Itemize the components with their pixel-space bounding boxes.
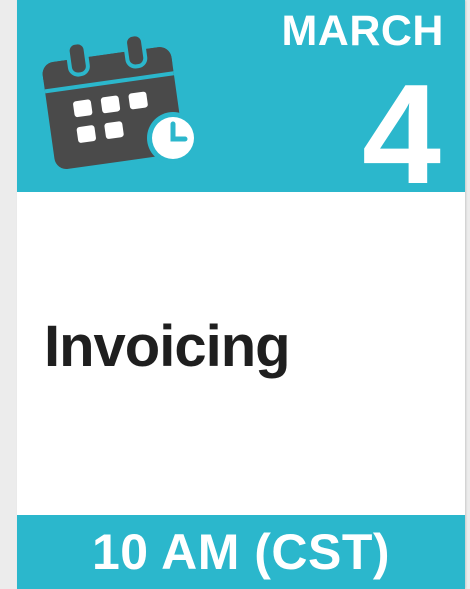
calendar-clock-icon <box>42 32 199 170</box>
event-header: MARCH 4 <box>17 0 465 206</box>
event-time: 10 AM (CST) <box>91 524 391 580</box>
event-card: MARCH 4 Invoicing 10 AM (CST) <box>17 0 465 589</box>
event-day: 4 <box>362 55 441 214</box>
event-month: MARCH <box>281 7 444 55</box>
event-title: Invoicing <box>44 314 291 379</box>
event-footer: 10 AM (CST) <box>17 515 465 589</box>
